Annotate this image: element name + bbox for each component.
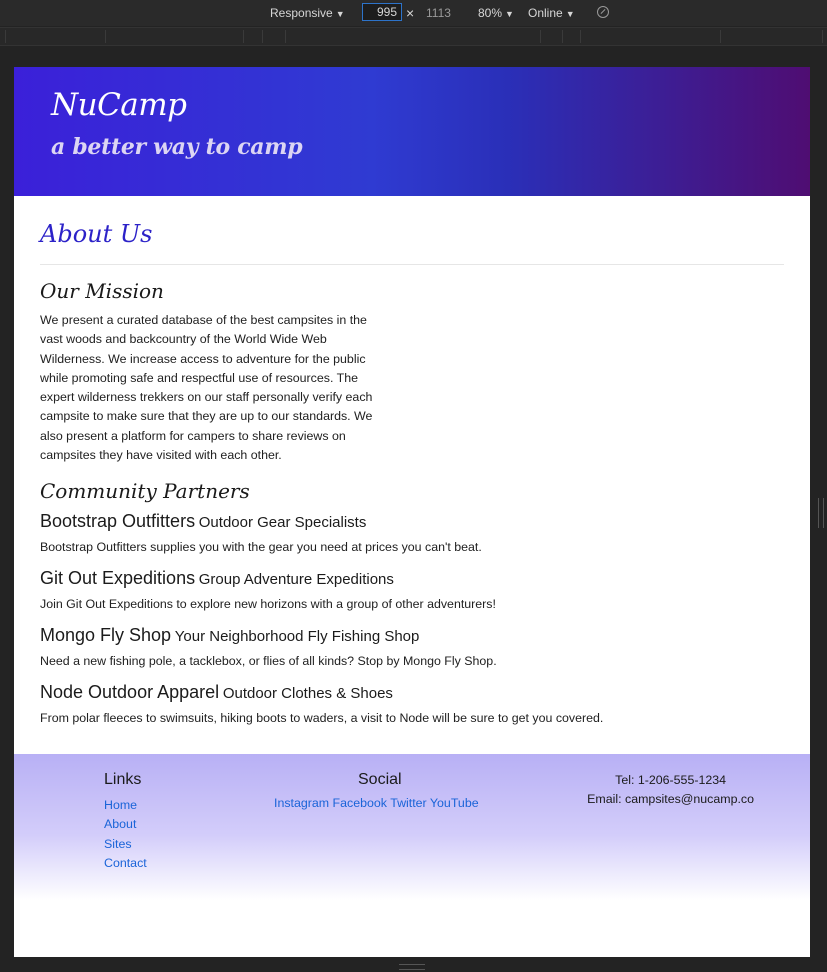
main-content: About Us Our Mission We present a curate… — [14, 196, 810, 727]
partner-description: From polar fleeces to swimsuits, hiking … — [40, 711, 604, 726]
social-link-facebook[interactable]: Facebook — [333, 796, 387, 810]
brand-tagline: a better way to camp — [51, 134, 303, 160]
contact-email[interactable]: Email: campsites@nucamp.co — [587, 790, 754, 809]
footer-link-home[interactable]: Home — [104, 796, 147, 815]
ruler-tick — [243, 30, 244, 43]
partner-item: Git Out Expeditions Group Adventure Expe… — [40, 568, 784, 613]
brand-title: NuCamp — [51, 87, 187, 123]
social-heading: Social — [358, 771, 402, 788]
mission-text: We present a curated database of the bes… — [40, 313, 373, 463]
social-link-instagram[interactable]: Instagram — [274, 796, 329, 810]
social-link-youtube[interactable]: YouTube — [430, 796, 479, 810]
zoom-select-label: 80% — [478, 6, 503, 20]
device-select-label: Responsive — [270, 6, 333, 20]
chevron-down-icon: ▼ — [505, 9, 514, 19]
partner-name: Node Outdoor Apparel — [40, 682, 220, 703]
partner-heading: Node Outdoor Apparel Outdoor Clothes & S… — [40, 682, 784, 703]
ruler-tick — [105, 30, 106, 43]
footer-link-contact[interactable]: Contact — [104, 854, 147, 873]
ruler-tick — [262, 30, 263, 43]
partner-heading: Mongo Fly Shop Your Neighborhood Fly Fis… — [40, 625, 784, 646]
partner-subtitle: Your Neighborhood Fly Fishing Shop — [174, 628, 420, 646]
ruler-tick — [5, 30, 6, 43]
rotate-icon[interactable] — [597, 6, 609, 18]
footer-link-sites[interactable]: Sites — [104, 835, 147, 854]
chevron-down-icon: ▼ — [565, 9, 575, 19]
partner-name: Mongo Fly Shop — [40, 625, 172, 646]
footer-links-list: Home About Sites Contact — [104, 796, 147, 873]
network-select[interactable]: Online ▼ — [528, 6, 575, 20]
ruler-tick — [285, 30, 286, 43]
partner-name: Bootstrap Outfitters — [40, 511, 196, 532]
partner-subtitle: Outdoor Gear Specialists — [198, 514, 367, 532]
page-title: About Us — [40, 220, 153, 248]
page-viewport: NuCamp a better way to camp About Us Our… — [14, 67, 810, 957]
ruler-tick — [540, 30, 541, 43]
ruler-tick — [562, 30, 563, 43]
resize-handle-right[interactable] — [818, 498, 824, 528]
social-links: Instagram Facebook Twitter YouTube — [274, 796, 479, 810]
partner-description: Join Git Out Expeditions to explore new … — [40, 597, 496, 612]
media-query-ruler[interactable] — [0, 27, 827, 46]
links-heading: Links — [104, 771, 142, 788]
contact-info: Tel: 1-206-555-1234 Email: campsites@nuc… — [587, 771, 754, 810]
zoom-select[interactable]: 80% ▼ — [478, 6, 514, 20]
social-link-twitter[interactable]: Twitter — [390, 796, 427, 810]
partner-description: Bootstrap Outfitters supplies you with t… — [40, 540, 482, 555]
partner-description: Need a new fishing pole, a tacklebox, or… — [40, 654, 497, 669]
partner-name: Git Out Expeditions — [40, 568, 196, 589]
close-icon[interactable]: × — [406, 5, 414, 21]
partner-heading: Git Out Expeditions Group Adventure Expe… — [40, 568, 784, 589]
ruler-tick — [822, 30, 823, 43]
mission-heading: Our Mission — [40, 279, 164, 303]
site-footer: Links Home About Sites Contact Social In… — [14, 754, 810, 957]
contact-tel[interactable]: Tel: 1-206-555-1234 — [587, 771, 754, 790]
ruler-tick — [720, 30, 721, 43]
partner-item: Mongo Fly Shop Your Neighborhood Fly Fis… — [40, 625, 784, 670]
partner-subtitle: Outdoor Clothes & Shoes — [222, 685, 393, 703]
devtools-device-toolbar: Responsive ▼ 995 × 1113 80% ▼ Online ▼ — [0, 0, 827, 26]
divider — [40, 264, 784, 265]
partners-heading: Community Partners — [40, 479, 250, 504]
network-select-label: Online — [528, 6, 563, 20]
partner-subtitle: Group Adventure Expeditions — [198, 571, 394, 589]
footer-link-about[interactable]: About — [104, 815, 147, 834]
partner-item: Node Outdoor Apparel Outdoor Clothes & S… — [40, 682, 784, 727]
resize-handle-bottom[interactable] — [399, 964, 425, 970]
partner-heading: Bootstrap Outfitters Outdoor Gear Specia… — [40, 511, 784, 532]
partner-item: Bootstrap Outfitters Outdoor Gear Specia… — [40, 511, 784, 556]
ruler-tick — [580, 30, 581, 43]
width-input[interactable]: 995 — [362, 3, 402, 21]
device-select[interactable]: Responsive ▼ — [270, 6, 345, 20]
chevron-down-icon: ▼ — [335, 9, 345, 19]
height-input[interactable]: 1113 — [426, 6, 451, 20]
jumbotron-header: NuCamp a better way to camp — [14, 67, 810, 196]
